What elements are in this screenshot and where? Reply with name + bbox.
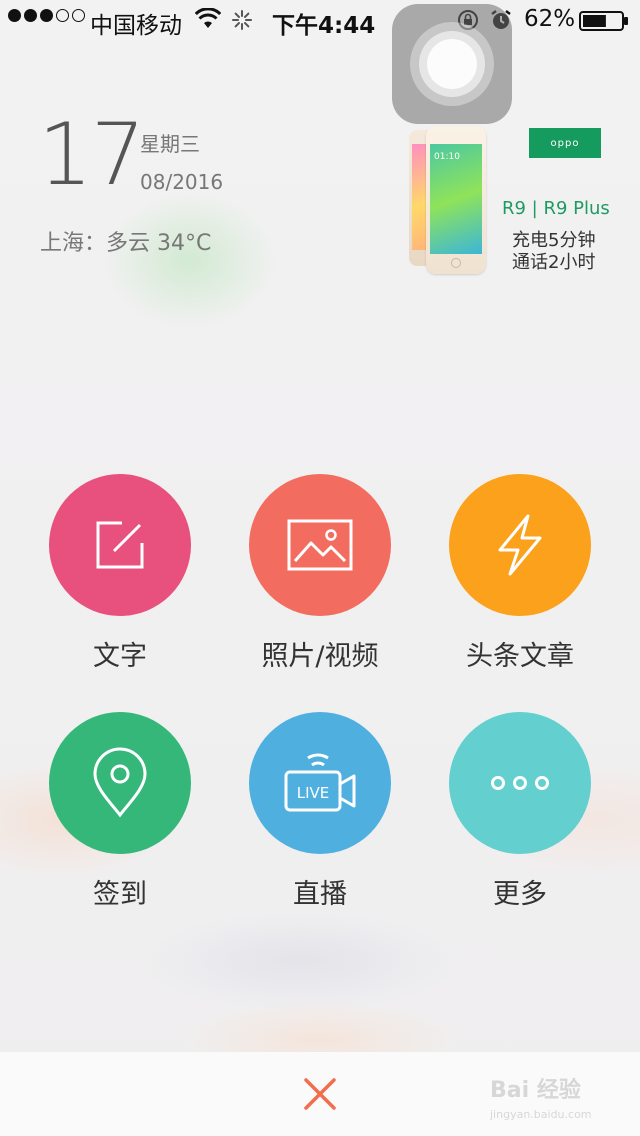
more-dots-icon (491, 776, 549, 790)
action-more[interactable]: 更多 (420, 712, 620, 911)
ad-banner[interactable]: 01:10 oppo R9 | R9 Plus 充电5分钟 通话2小时 (404, 122, 610, 282)
action-live[interactable]: LIVE 直播 (220, 712, 420, 911)
weekday: 星期三 (140, 132, 200, 156)
status-bar: 中国移动 下午4:44 62% (0, 0, 640, 40)
action-label: 照片/视频 (261, 641, 379, 672)
checkin-circle[interactable] (49, 712, 191, 854)
watermark-main: Bai 经验 (490, 1078, 581, 1103)
action-label: 签到 (93, 879, 147, 910)
live-badge: LIVE (297, 784, 330, 802)
article-circle[interactable] (449, 474, 591, 616)
action-label: 头条文章 (466, 641, 574, 672)
loading-spinner-icon (232, 10, 252, 30)
action-label: 更多 (493, 879, 547, 910)
status-time: 下午4:44 (272, 13, 376, 39)
action-text[interactable]: 文字 (20, 474, 220, 673)
ad-phone-image: 01:10 (426, 126, 486, 274)
ad-model: R9 | R9 Plus (502, 198, 610, 219)
bottom-bar: Bai 经验 jingyan.baidu.com (0, 1052, 640, 1136)
weather-info: 上海：多云 34°C (40, 231, 212, 256)
battery-icon (579, 11, 628, 31)
live-camera-icon: LIVE (284, 753, 356, 812)
carrier-name: 中国移动 (90, 13, 182, 39)
photo-circle[interactable] (249, 474, 391, 616)
action-checkin[interactable]: 签到 (20, 712, 220, 911)
ad-tagline-2: 通话2小时 (512, 252, 596, 273)
action-label: 文字 (93, 641, 147, 672)
ad-phone-screen-time: 01:10 (434, 152, 460, 162)
action-article[interactable]: 头条文章 (420, 474, 620, 673)
more-circle[interactable] (449, 712, 591, 854)
watermark-sub: jingyan.baidu.com (490, 1108, 592, 1121)
edit-icon (96, 521, 144, 569)
action-photo-video[interactable]: 照片/视频 (220, 474, 420, 673)
baidu-watermark: Bai 经验 jingyan.baidu.com (490, 1072, 620, 1128)
wifi-icon (195, 8, 221, 28)
day-number: 17 (38, 105, 145, 205)
month-year: 08/2016 (140, 170, 224, 194)
assistive-touch-button[interactable] (392, 4, 512, 124)
signal-strength-icon (8, 9, 85, 22)
action-label: 直播 (293, 879, 347, 910)
lightning-icon (498, 514, 542, 576)
text-circle[interactable] (49, 474, 191, 616)
battery-percentage: 62% (524, 6, 576, 32)
oppo-logo: oppo (529, 128, 601, 158)
location-pin-icon (93, 747, 147, 818)
image-icon (287, 519, 353, 571)
close-icon[interactable] (300, 1074, 340, 1114)
live-circle[interactable]: LIVE (249, 712, 391, 854)
